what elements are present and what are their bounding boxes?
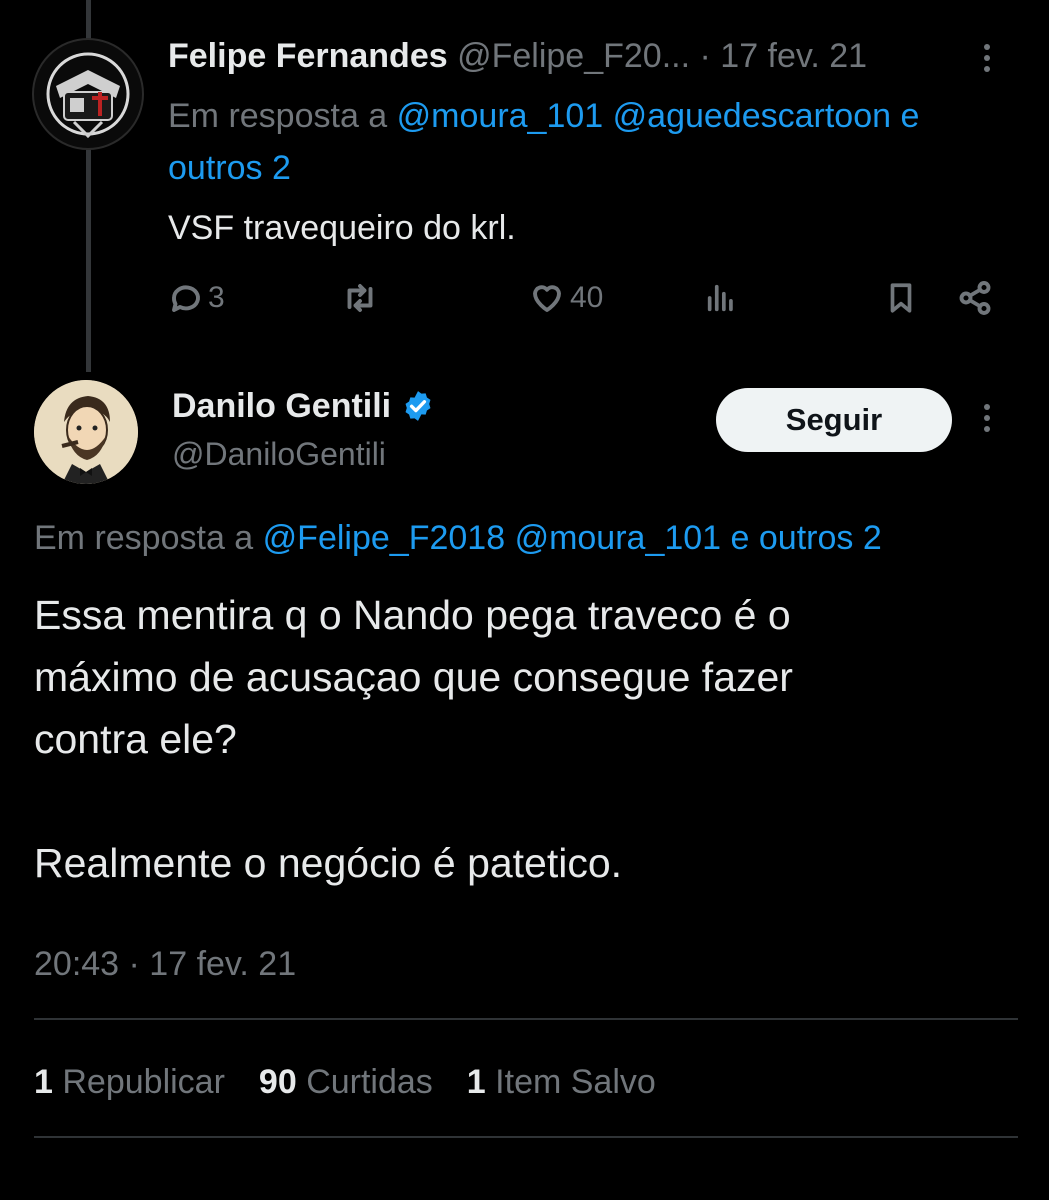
reply-button[interactable]: 3	[168, 276, 225, 320]
verified-badge-icon	[405, 391, 431, 421]
tweet2-text-line: contra ele?	[34, 716, 237, 762]
mention-moura[interactable]: @moura_101	[515, 519, 722, 557]
share-button[interactable]	[956, 276, 994, 320]
tweet1-author-name[interactable]: Felipe Fernandes	[168, 37, 448, 75]
avatar-danilo[interactable]	[34, 380, 138, 484]
follow-button[interactable]: Seguir	[716, 388, 952, 452]
likes-stat[interactable]: 90 Curtidas	[259, 1063, 433, 1101]
bookmark-icon	[890, 283, 912, 313]
mention-felipe[interactable]: @Felipe_F2018	[263, 519, 505, 557]
reposts-stat[interactable]: 1 Republicar	[34, 1063, 225, 1101]
tweet1-header: Felipe Fernandes @Felipe_F20... · 17 fev…	[168, 34, 867, 78]
divider	[34, 1018, 1018, 1020]
like-icon	[533, 285, 561, 312]
mention-others[interactable]: e outros 2	[731, 519, 882, 557]
tweet2-text-line: Essa mentira q o Nando pega traveco é o	[34, 592, 791, 638]
caricature-avatar-icon	[34, 380, 138, 484]
tweet2-text-line: máximo de acusaçao que consegue fazer	[34, 654, 793, 700]
reply-prefix: Em resposta a	[168, 97, 388, 135]
tweet1-date[interactable]: 17 fev. 21	[720, 37, 867, 75]
bookmark-button[interactable]	[884, 276, 918, 320]
tweet2-text: Essa mentira q o Nando pega traveco é o …	[34, 584, 1024, 894]
tweet2-text-line: Realmente o negócio é patetico.	[34, 840, 623, 886]
like-count: 40	[570, 281, 604, 314]
reply-icon	[172, 285, 200, 312]
vasco-crest-icon	[46, 52, 130, 139]
avatar-felipe[interactable]	[32, 38, 144, 150]
reply-count: 3	[208, 281, 225, 314]
mention-aguedescartoon[interactable]: @aguedescartoon	[613, 97, 891, 135]
saves-stat[interactable]: 1 Item Salvo	[467, 1063, 656, 1101]
tweet2-author-name[interactable]: Danilo Gentili	[172, 384, 391, 428]
tweet2-stats: 1 Republicar 90 Curtidas 1 Item Salvo	[34, 1058, 656, 1106]
tweet1-separator: ·	[699, 37, 711, 75]
tweet2-author[interactable]: Danilo Gentili	[172, 384, 435, 428]
repost-button[interactable]	[340, 276, 380, 320]
tweet2-more-icon[interactable]	[984, 404, 990, 437]
tweet1-more-icon[interactable]	[984, 44, 990, 77]
like-button[interactable]: 40	[528, 276, 603, 320]
tweet1-reply-context: Em resposta a @moura_101 @aguedescartoon…	[168, 90, 1018, 194]
reply-prefix: Em resposta a	[34, 519, 254, 557]
share-icon	[959, 281, 991, 315]
tweet2-author-handle[interactable]: @DaniloGentili	[172, 432, 386, 476]
divider	[34, 1136, 1018, 1138]
views-button[interactable]	[704, 276, 738, 320]
mention-moura[interactable]: @moura_101	[397, 97, 604, 135]
tweet1-author-handle[interactable]: @Felipe_F20...	[457, 37, 690, 75]
tweet2-reply-context: Em resposta a @Felipe_F2018 @moura_101 e…	[34, 514, 882, 562]
tweet1-text: VSF travequeiro do krl.	[168, 209, 516, 247]
tweet2-text-blank	[34, 770, 1024, 832]
repost-icon	[347, 284, 373, 312]
tweet2-timestamp[interactable]: 20:43 · 17 fev. 21	[34, 940, 296, 988]
views-icon	[707, 284, 733, 312]
